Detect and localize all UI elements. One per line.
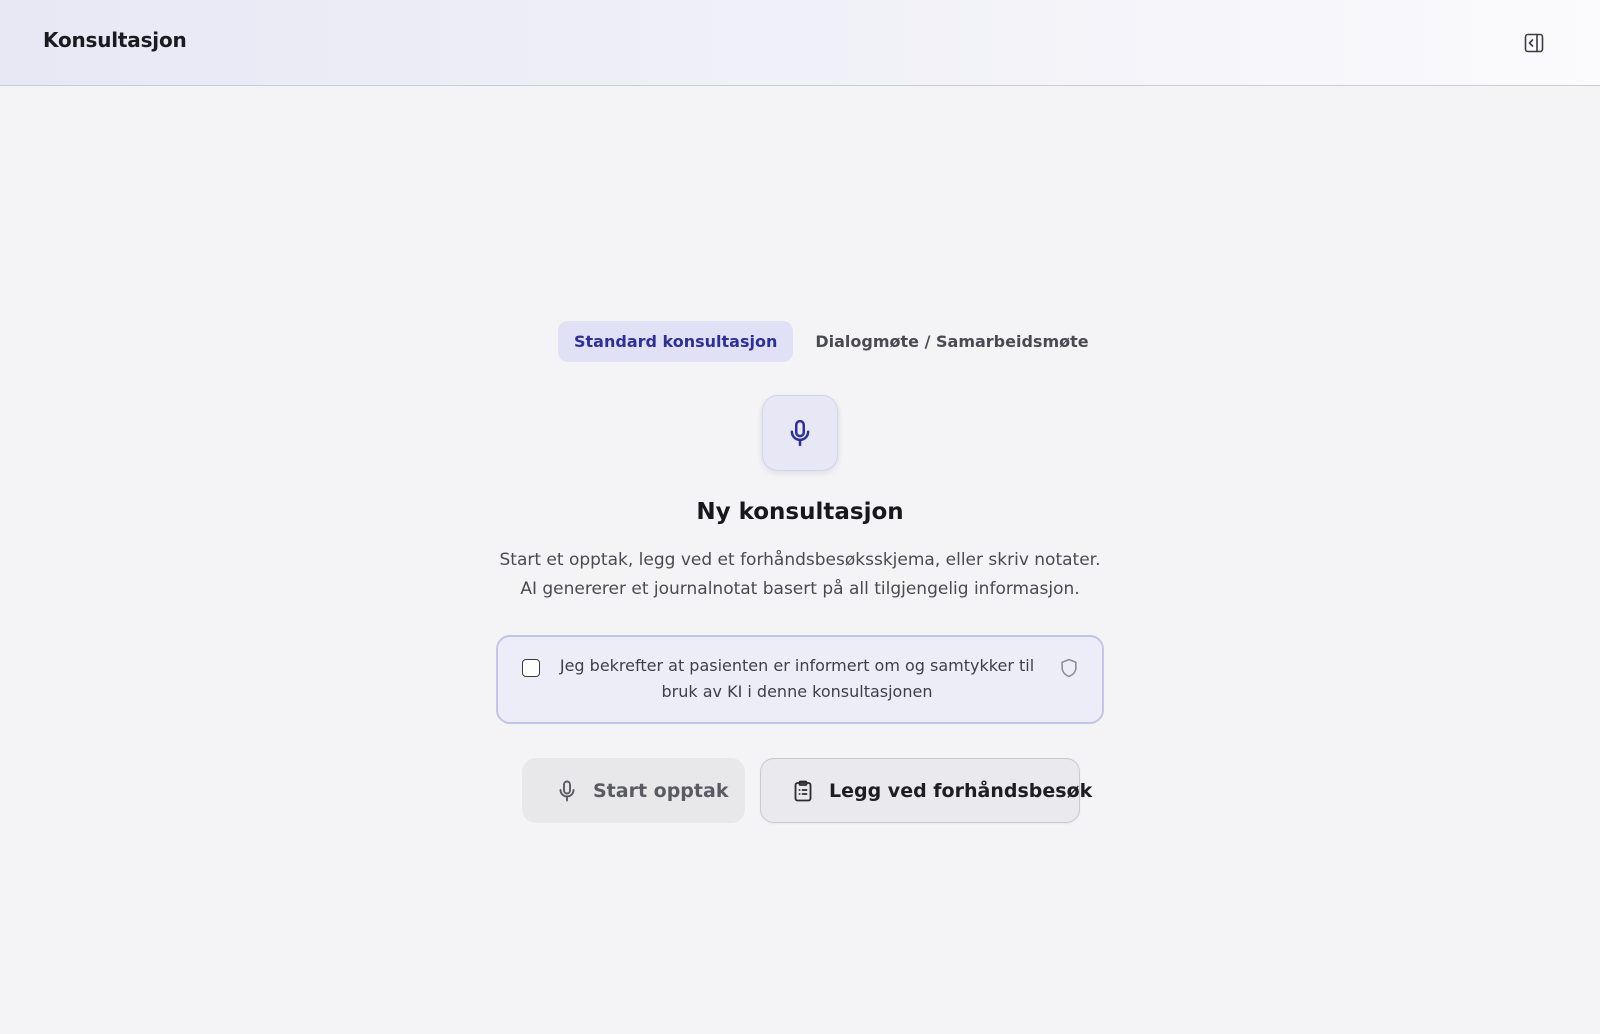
top-bar: Konsultasjon bbox=[0, 0, 1600, 86]
page-title: Konsultasjon bbox=[43, 28, 187, 52]
start-recording-label: Start opptak bbox=[593, 779, 729, 802]
empty-state-description: Start et opptak, legg ved et forhåndsbes… bbox=[499, 550, 1101, 599]
tab-dialogue-meeting[interactable]: Dialogmøte / Samarbeidsmøte bbox=[799, 321, 1104, 362]
shield-icon bbox=[1061, 658, 1077, 678]
consultation-type-tabs: Standard konsultasjon Dialogmøte / Samar… bbox=[558, 321, 1105, 362]
attach-previsit-button[interactable]: Legg ved forhåndsbesøk bbox=[760, 758, 1092, 823]
clipboard-list-icon bbox=[791, 779, 815, 803]
ai-consent-box[interactable]: Jeg bekrefter at pasienten er informert … bbox=[496, 635, 1104, 724]
sidebar-toggle-button[interactable] bbox=[1521, 30, 1547, 56]
start-recording-button[interactable]: Start opptak bbox=[522, 758, 745, 823]
empty-state-title: Ny konsultasjon bbox=[696, 499, 904, 525]
consent-label: Jeg bekrefter at pasienten er informert … bbox=[559, 656, 1035, 701]
microphone-tile bbox=[762, 395, 838, 471]
consent-checkbox[interactable] bbox=[522, 659, 540, 677]
microphone-icon bbox=[790, 419, 810, 447]
sidebar-collapse-icon bbox=[1524, 33, 1544, 53]
attach-previsit-label: Legg ved forhåndsbesøk bbox=[829, 779, 1093, 802]
microphone-icon bbox=[555, 779, 579, 803]
tab-standard-consultation[interactable]: Standard konsultasjon bbox=[558, 321, 794, 362]
